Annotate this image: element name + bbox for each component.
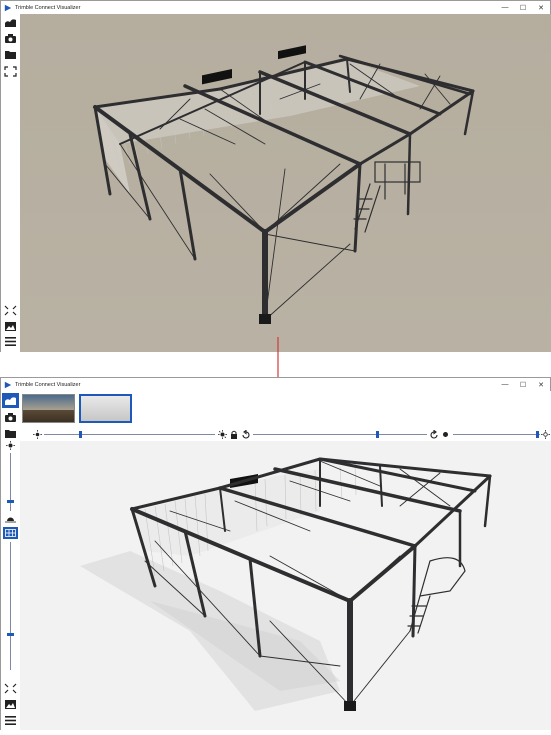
sun-height-slider-knob[interactable] <box>7 499 14 503</box>
exposure-low-icon <box>443 432 448 437</box>
environment-icon <box>5 397 16 405</box>
rotation-slider-knob[interactable] <box>375 431 379 438</box>
grid-icon <box>5 529 16 537</box>
window-title: Trimble Connect Visualizer <box>15 381 81 388</box>
visualizer-window-before: Trimble Connect Visualizer — ☐ ✕ <box>0 0 551 352</box>
minimize-button[interactable]: — <box>496 1 514 14</box>
menu-icon[interactable] <box>4 336 17 347</box>
close-button[interactable]: ✕ <box>532 378 550 391</box>
ground-grid-slider-track[interactable] <box>10 542 11 670</box>
rotation-slider-track[interactable] <box>253 434 427 435</box>
3d-viewport[interactable] <box>20 391 551 730</box>
title-bar: Trimble Connect Visualizer — ☐ ✕ <box>1 378 550 391</box>
vertical-slider-column <box>1 441 20 671</box>
ground-grid-slider-knob[interactable] <box>7 633 14 637</box>
lock-icon[interactable] <box>230 430 238 439</box>
steel-frame-model <box>80 457 492 711</box>
image-icon[interactable] <box>4 699 17 710</box>
environment-icon[interactable] <box>4 17 17 28</box>
3d-viewport[interactable] <box>20 14 551 352</box>
maximize-button[interactable]: ☐ <box>514 1 532 14</box>
camera-icon[interactable] <box>4 33 17 44</box>
rotate-left-icon <box>242 430 250 439</box>
environment-thumbnail-strip <box>20 391 551 427</box>
sky-environment-thumbnail[interactable] <box>22 394 75 423</box>
maximize-button[interactable]: ☐ <box>514 378 532 391</box>
fit-view-icon[interactable] <box>4 683 17 694</box>
exposure-high-icon <box>541 430 550 439</box>
ground-grid-button[interactable] <box>3 527 18 539</box>
fullscreen-icon[interactable] <box>4 66 17 77</box>
sun-height-icon <box>6 441 15 450</box>
visualizer-window-after: Trimble Connect Visualizer — ☐ ✕ <box>0 377 551 730</box>
menu-icon[interactable] <box>4 715 17 726</box>
brightness-slider-knob[interactable] <box>78 431 82 438</box>
environment-button-active[interactable] <box>2 393 19 408</box>
minimize-button[interactable]: — <box>496 378 514 391</box>
lighting-slider-row <box>20 427 551 441</box>
folder-icon[interactable] <box>4 49 17 60</box>
studio-environment-thumbnail[interactable] <box>79 394 132 423</box>
fit-view-icon[interactable] <box>4 305 17 316</box>
image-icon[interactable] <box>4 321 17 332</box>
left-toolbar <box>1 14 20 352</box>
sun-dim-icon <box>33 430 42 439</box>
camera-icon[interactable] <box>4 412 17 423</box>
folder-icon[interactable] <box>4 428 17 439</box>
app-logo-icon <box>4 381 12 388</box>
brightness-slider-track[interactable] <box>44 434 215 435</box>
steel-frame-model <box>93 45 475 324</box>
exposure-slider-knob[interactable] <box>536 431 540 438</box>
app-logo-icon <box>4 4 12 11</box>
sun-bright-icon <box>218 430 227 439</box>
title-bar: Trimble Connect Visualizer — ☐ ✕ <box>1 1 550 14</box>
close-button[interactable]: ✕ <box>532 1 550 14</box>
rotate-right-icon <box>430 430 438 439</box>
exposure-slider-track[interactable] <box>453 434 540 435</box>
sunset-icon <box>5 517 16 523</box>
window-title: Trimble Connect Visualizer <box>15 4 81 11</box>
